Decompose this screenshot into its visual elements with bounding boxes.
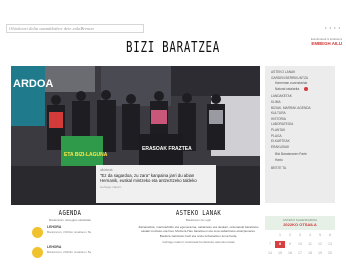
banner-text: ARDOA (13, 78, 53, 90)
calendar-day[interactable]: 3 (295, 232, 305, 239)
agenda-dot-icon (32, 247, 43, 258)
calendar-day[interactable]: 1 (275, 232, 285, 239)
agenda-dot-icon (32, 227, 43, 238)
sidebar-item[interactable]: ERAKUSIAK (271, 145, 329, 151)
calendar-day[interactable]: 7 (265, 241, 275, 248)
calendar-day[interactable]: 8 (275, 241, 285, 248)
agenda-title[interactable]: AGENDA (23, 209, 117, 217)
agenda-item[interactable]: LEHORA Baratzetan, 2020ko otsailaren 8a (11, 225, 129, 242)
poster-1: ETA BIZI-LAGUNA (64, 152, 108, 158)
calendar-day[interactable]: 4 (305, 232, 315, 239)
calendar-day[interactable]: 13 (325, 241, 335, 248)
agenda-item[interactable]: LEHORA Baratzetan, 2020ko otsailaren 8a (11, 245, 129, 262)
sidebar-item[interactable]: Natural ostalarita (271, 87, 329, 93)
agenda-item-date: Baratzetan, 2020ko otsailaren 8a (47, 230, 92, 234)
calendar-day[interactable]: 17 (295, 250, 305, 257)
caption-more-link[interactable]: Gehiago irakurri (100, 185, 212, 189)
language-active[interactable]: EMBEGH AILU (311, 41, 342, 46)
weekly-text: Zainarazkia, mantxarbildu eta egunerazoa… (138, 225, 259, 238)
calendar-day[interactable]: 16 (285, 250, 295, 257)
calendar-header: ASTEKO KALENDARIOA 2022KO OTSAILA (265, 216, 335, 230)
calendar-day[interactable]: 5 (315, 232, 325, 239)
weekly-subtitle: Baratzean zer egin (185, 218, 212, 222)
calendar-day[interactable]: 15 (275, 250, 285, 257)
agenda-subtitle: Baratzetan, lantegian ekitaldiak (49, 218, 91, 222)
caption-tag: Albisteak (100, 168, 113, 172)
sidebar-item[interactable]: Hartu (271, 158, 329, 164)
calendar-month[interactable]: 2022KO OTSAILA (269, 222, 331, 227)
search-input[interactable]: Ohiokoari delta uazaddotbor dete xalaBre… (6, 24, 144, 33)
agenda-item-date: Baratzetan, 2020ko otsailaren 8a (47, 250, 92, 254)
social-icons[interactable]: • • • • (325, 25, 341, 30)
sidebar-item[interactable]: BESTE TA (271, 166, 329, 172)
calendar-day[interactable]: 2 (285, 232, 295, 239)
calendar-day[interactable]: 9 (285, 241, 295, 248)
caption-text[interactable]: "Ez da sagardoa, zu zara" kanpaina jarri… (100, 173, 212, 184)
calendar-day[interactable]: 6 (325, 232, 335, 239)
weekly-title[interactable]: ASTEKO LANAK (149, 209, 249, 217)
calendar-day[interactable]: 12 (315, 241, 325, 248)
calendar-day[interactable]: 20 (325, 250, 335, 257)
agenda-section: AGENDA Baratzetan, lantegian ekitaldiak … (11, 209, 129, 262)
top-bar: Ohiokoari delta uazaddotbor dete xalaBre… (0, 0, 346, 34)
sidebar-menu: ASTEKO LANAK GARDEN BERRIKUNTZA Harreman z… (265, 66, 335, 203)
calendar-day[interactable]: 11 (305, 241, 315, 248)
calendar-day[interactable]: 10 (295, 241, 305, 248)
calendar-day[interactable]: 18 (305, 250, 315, 257)
agenda-item-name[interactable]: LEHORA (41, 225, 129, 229)
calendar-day (265, 232, 275, 239)
site-title[interactable]: BIZI BARATZEA (48, 38, 297, 56)
calendar-widget: ASTEKO KALENDARIOA 2022KO OTSAILA 123456… (265, 203, 335, 257)
poster-2: ERASOAK FRAZTEA (142, 146, 192, 152)
hero-caption[interactable]: Albisteak "Ez da sagardoa, zu zara" kanp… (96, 165, 216, 203)
weekly-more-link[interactable]: Gehiago irakurri: landareak berdetzeko a… (136, 240, 261, 244)
calendar-day[interactable]: 19 (315, 250, 325, 257)
weekly-section: ASTEKO LANAK Baratzean zer egin Zainaraz… (136, 209, 261, 244)
calendar-day[interactable]: 14 (265, 250, 275, 257)
language-switcher[interactable]: Eskubideak & Erabilera EMBEGH AILU (311, 37, 342, 46)
agenda-item-name[interactable]: LEHORA (41, 245, 129, 249)
calendar-grid: 1 2 3 4 5 6 7 8 9 10 11 12 13 14 15 16 17 18 19 20 (265, 232, 335, 257)
